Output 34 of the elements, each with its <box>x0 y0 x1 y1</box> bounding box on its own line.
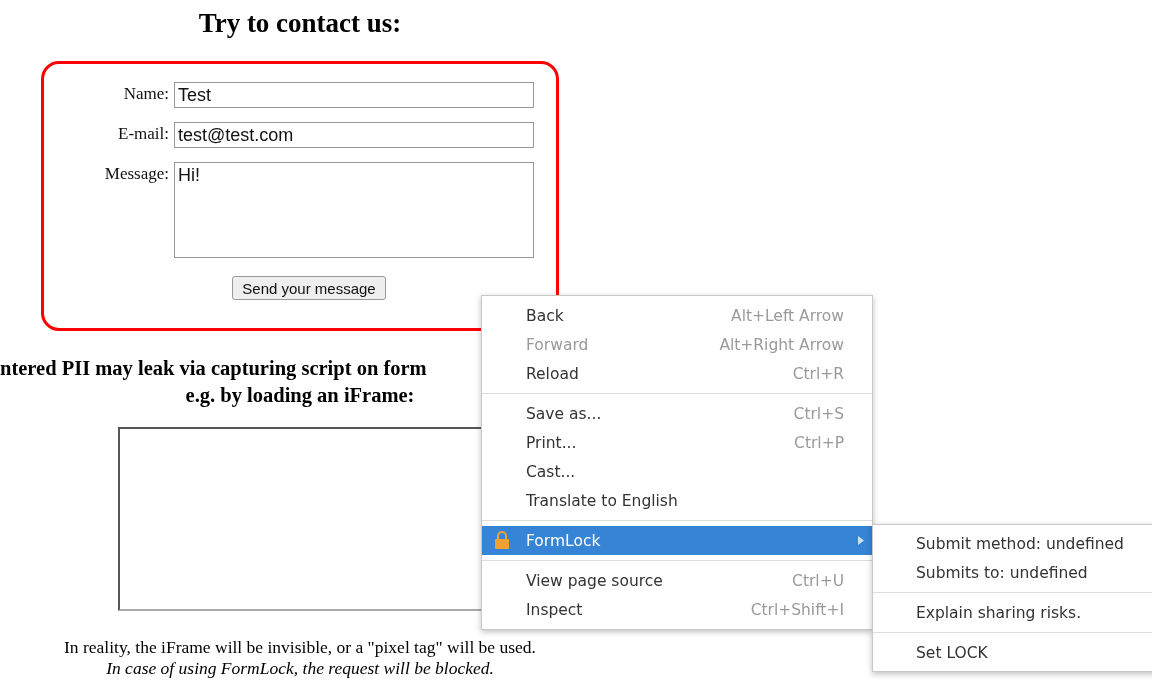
submenu-arrow-icon <box>858 536 864 545</box>
menu-item[interactable]: Submit method: undefined <box>873 529 1152 558</box>
warning-heading: e.g. by loading an iFrame: <box>185 383 415 409</box>
menu-item[interactable]: Inspect Ctrl+Shift+I <box>482 595 872 624</box>
menu-item[interactable]: Print... Ctrl+P <box>482 428 872 457</box>
menu-item[interactable]: View page source Ctrl+U <box>482 566 872 595</box>
message-field[interactable]: Hi! <box>174 162 534 258</box>
menu-item[interactable]: FormLock <box>482 526 872 555</box>
note-text: In case of using FormLock, the request will be blocked. <box>106 658 494 679</box>
page-heading: Try to contact us: <box>198 8 402 39</box>
shortcut-text: Ctrl+S <box>793 404 844 423</box>
menu-item[interactable]: Back Alt+Left Arrow <box>482 301 872 330</box>
menu-item[interactable]: Set LOCK <box>873 638 1152 667</box>
shortcut-text: Alt+Left Arrow <box>731 306 844 325</box>
shortcut-text: Ctrl+U <box>792 571 844 590</box>
note-text: In reality, the iFrame will be invisible, or a "pixel tag" will be used. <box>64 637 536 658</box>
input-field[interactable]: test@test.com <box>174 122 534 148</box>
menu-item[interactable]: Explain sharing risks. <box>873 598 1152 627</box>
input-field[interactable]: Test <box>174 82 534 108</box>
menu-item[interactable]: Translate to English <box>482 486 872 515</box>
shortcut-text: Ctrl+P <box>794 433 844 452</box>
shortcut-text: Alt+Right Arrow <box>719 335 844 354</box>
shortcut-text: Ctrl+R <box>792 364 844 383</box>
warning-heading: ntered PII may leak via capturing script on form <box>0 356 427 382</box>
padlock-icon <box>494 531 510 549</box>
menu-item[interactable]: Submits to: undefined <box>873 558 1152 587</box>
menu-item[interactable]: Reload Ctrl+R <box>482 359 872 388</box>
field-label: E-mail: <box>118 123 169 145</box>
field-label: Name: <box>123 83 169 105</box>
send-button[interactable]: Send your message <box>232 276 386 300</box>
menu-item[interactable]: Save as... Ctrl+S <box>482 399 872 428</box>
field-label: Message: <box>104 163 169 185</box>
menu-item[interactable]: Cast... <box>482 457 872 486</box>
shortcut-text: Ctrl+Shift+I <box>750 600 844 619</box>
